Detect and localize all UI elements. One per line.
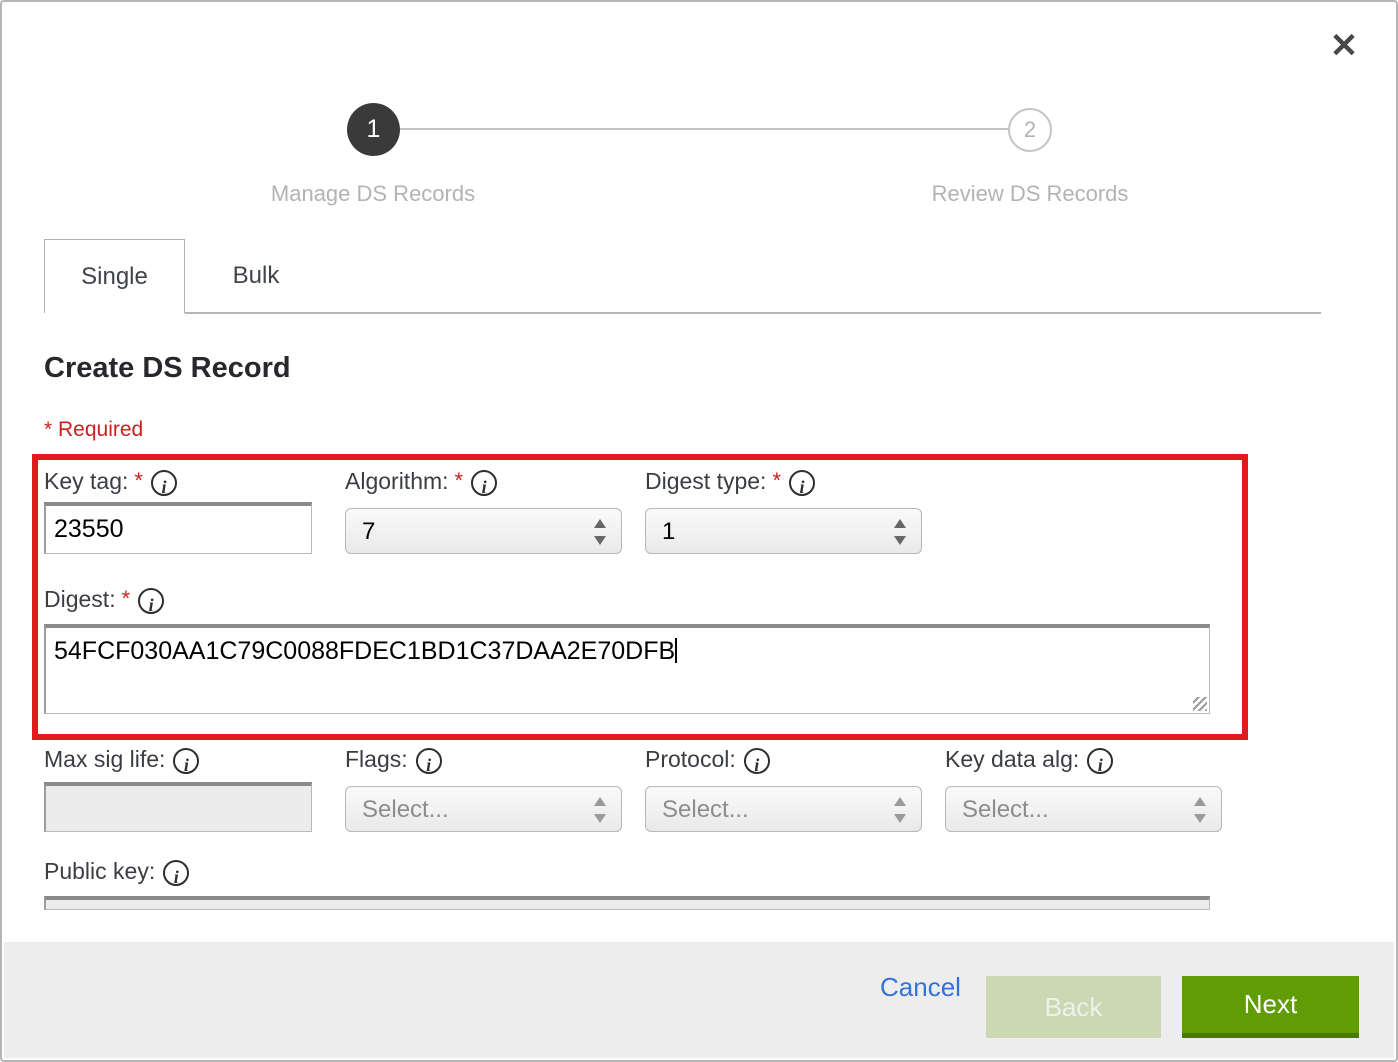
key-tag-label-text: Key tag: <box>44 468 128 494</box>
required-asterisk: * <box>455 468 464 493</box>
digest-type-label-text: Digest type: <box>645 468 766 494</box>
protocol-label: Protocol: i <box>645 746 770 774</box>
required-asterisk: * <box>134 468 143 493</box>
flags-label: Flags: i <box>345 746 442 774</box>
page-title: Create DS Record <box>44 352 291 385</box>
tab-divider <box>185 312 1321 314</box>
dialog-footer: Cancel Back Next <box>4 942 1394 1058</box>
key-data-alg-select[interactable]: Select... <box>945 786 1222 832</box>
step-2-indicator: 2 <box>1008 108 1052 152</box>
max-sig-life-input[interactable] <box>44 782 312 832</box>
info-icon[interactable]: i <box>173 748 199 774</box>
stepper-connector <box>400 128 1008 130</box>
digest-type-selected-value: 1 <box>662 518 675 546</box>
max-sig-life-label: Max sig life: i <box>44 746 199 774</box>
select-arrows-icon <box>593 517 607 547</box>
key-data-alg-label: Key data alg: i <box>945 746 1113 774</box>
next-button[interactable]: Next <box>1182 976 1359 1038</box>
required-asterisk: * <box>122 586 131 611</box>
info-icon[interactable]: i <box>789 470 815 496</box>
resize-handle-icon[interactable] <box>1193 697 1207 711</box>
digest-label: Digest:* i <box>44 586 164 614</box>
digest-textarea[interactable]: 54FCF030AA1C79C0088FDEC1BD1C37DAA2E70DFB <box>44 624 1210 714</box>
public-key-textarea[interactable] <box>44 896 1210 910</box>
step-2-label: Review DS Records <box>860 181 1200 207</box>
protocol-label-text: Protocol: <box>645 746 736 772</box>
max-sig-life-label-text: Max sig life: <box>44 746 165 772</box>
select-arrows-icon <box>893 795 907 825</box>
protocol-selected-value: Select... <box>662 796 749 824</box>
algorithm-label-text: Algorithm: <box>345 468 449 494</box>
back-button[interactable]: Back <box>986 976 1161 1038</box>
tab-single[interactable]: Single <box>44 239 185 313</box>
key-data-alg-label-text: Key data alg: <box>945 746 1079 772</box>
digest-type-select[interactable]: 1 <box>645 508 922 554</box>
required-note: * Required <box>44 418 143 442</box>
info-icon[interactable]: i <box>744 748 770 774</box>
info-icon[interactable]: i <box>163 860 189 886</box>
info-icon[interactable]: i <box>416 748 442 774</box>
required-asterisk: * <box>772 468 781 493</box>
text-cursor <box>675 638 677 663</box>
cancel-button[interactable]: Cancel <box>880 972 961 1003</box>
key-data-alg-selected-value: Select... <box>962 796 1049 824</box>
tab-bulk[interactable]: Bulk <box>186 239 326 313</box>
key-tag-label: Key tag:* i <box>44 468 177 496</box>
algorithm-selected-value: 7 <box>362 518 375 546</box>
algorithm-select[interactable]: 7 <box>345 508 622 554</box>
public-key-label: Public key: i <box>44 858 189 886</box>
close-icon[interactable]: ✕ <box>1322 24 1366 68</box>
create-ds-record-dialog: ✕ 1 2 Manage DS Records Review DS Record… <box>0 0 1398 1062</box>
info-icon[interactable]: i <box>138 588 164 614</box>
digest-type-label: Digest type:* i <box>645 468 815 496</box>
flags-label-text: Flags: <box>345 746 408 772</box>
flags-selected-value: Select... <box>362 796 449 824</box>
info-icon[interactable]: i <box>1087 748 1113 774</box>
step-1-label: Manage DS Records <box>203 181 543 207</box>
flags-select[interactable]: Select... <box>345 786 622 832</box>
key-tag-input[interactable] <box>44 502 312 554</box>
algorithm-label: Algorithm:* i <box>345 468 497 496</box>
public-key-label-text: Public key: <box>44 858 155 884</box>
protocol-select[interactable]: Select... <box>645 786 922 832</box>
info-icon[interactable]: i <box>151 470 177 496</box>
info-icon[interactable]: i <box>471 470 497 496</box>
select-arrows-icon <box>893 517 907 547</box>
digest-label-text: Digest: <box>44 586 116 612</box>
select-arrows-icon <box>593 795 607 825</box>
digest-value: 54FCF030AA1C79C0088FDEC1BD1C37DAA2E70DFB <box>54 637 675 665</box>
select-arrows-icon <box>1193 795 1207 825</box>
step-1-indicator: 1 <box>347 103 400 156</box>
